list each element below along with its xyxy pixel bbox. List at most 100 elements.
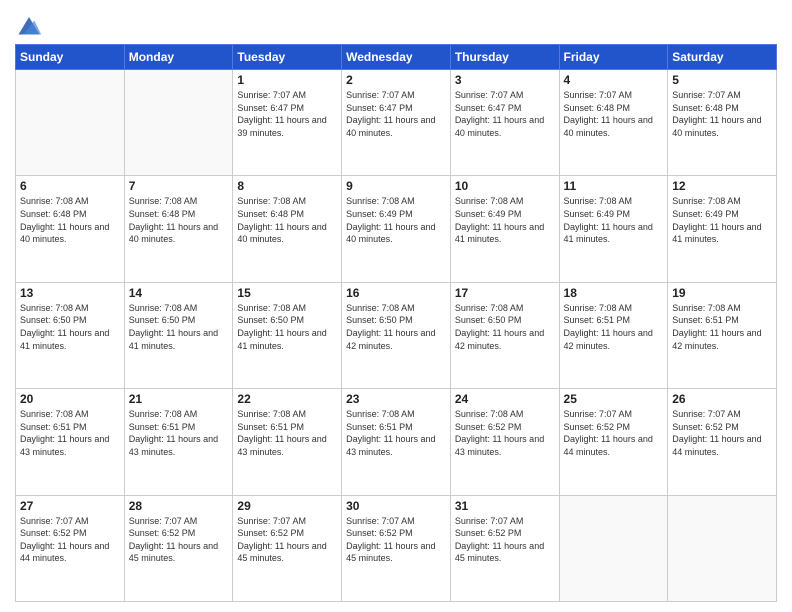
calendar-cell: 3Sunrise: 7:07 AMSunset: 6:47 PMDaylight… bbox=[450, 70, 559, 176]
day-number: 19 bbox=[672, 286, 772, 300]
day-number: 4 bbox=[564, 73, 664, 87]
calendar-table: SundayMondayTuesdayWednesdayThursdayFrid… bbox=[15, 44, 777, 602]
day-number: 20 bbox=[20, 392, 120, 406]
day-info: Sunrise: 7:08 AMSunset: 6:51 PMDaylight:… bbox=[20, 408, 120, 458]
day-number: 28 bbox=[129, 499, 229, 513]
calendar-cell: 5 Sunrise: 7:07 AMSunset: 6:48 PMDaylight… bbox=[668, 70, 777, 176]
day-number: 8 bbox=[237, 179, 337, 193]
calendar-cell: 21 Sunrise: 7:08 AMSunset: 6:51 PMDayligh… bbox=[124, 389, 233, 495]
day-info: Sunrise: 7:08 AMSunset: 6:49 PMDaylight:… bbox=[672, 195, 772, 245]
day-number: 12 bbox=[672, 179, 772, 193]
day-number: 5 bbox=[672, 73, 772, 87]
day-number: 23 bbox=[346, 392, 446, 406]
calendar-cell: 20 Sunrise: 7:08 AMSunset: 6:51 PMDayligh… bbox=[16, 389, 125, 495]
calendar-cell: 7 Sunrise: 7:08 AMSunset: 6:48 PMDaylight… bbox=[124, 176, 233, 282]
day-info: Sunrise: 7:08 AMSunset: 6:51 PMDaylight:… bbox=[129, 408, 229, 458]
day-number: 30 bbox=[346, 499, 446, 513]
day-info: Sunrise: 7:08 AMSunset: 6:48 PMDaylight:… bbox=[20, 195, 120, 245]
day-info: Sunrise: 7:07 AMSunset: 6:52 PMDaylight:… bbox=[237, 515, 337, 565]
calendar-cell: 16Sunrise: 7:08 AMSunset: 6:50 PMDayligh… bbox=[342, 282, 451, 388]
day-number: 27 bbox=[20, 499, 120, 513]
weekday-header-row: SundayMondayTuesdayWednesdayThursdayFrid… bbox=[16, 45, 777, 70]
day-info: Sunrise: 7:08 AMSunset: 6:51 PMDaylight:… bbox=[672, 302, 772, 352]
day-info: Sunrise: 7:08 AMSunset: 6:49 PMDaylight:… bbox=[346, 195, 446, 245]
day-info: Sunrise: 7:08 AMSunset: 6:50 PMDaylight:… bbox=[455, 302, 555, 352]
day-number: 21 bbox=[129, 392, 229, 406]
calendar-cell: 9 Sunrise: 7:08 AMSunset: 6:49 PMDaylight… bbox=[342, 176, 451, 282]
day-number: 25 bbox=[564, 392, 664, 406]
day-info: Sunrise: 7:07 AMSunset: 6:52 PMDaylight:… bbox=[672, 408, 772, 458]
day-info: Sunrise: 7:07 AMSunset: 6:48 PMDaylight:… bbox=[672, 89, 772, 139]
weekday-header-thursday: Thursday bbox=[450, 45, 559, 70]
day-number: 3 bbox=[455, 73, 555, 87]
day-info: Sunrise: 7:08 AMSunset: 6:49 PMDaylight:… bbox=[455, 195, 555, 245]
day-number: 14 bbox=[129, 286, 229, 300]
day-number: 10 bbox=[455, 179, 555, 193]
day-info: Sunrise: 7:08 AMSunset: 6:50 PMDaylight:… bbox=[346, 302, 446, 352]
day-info: Sunrise: 7:08 AMSunset: 6:49 PMDaylight:… bbox=[564, 195, 664, 245]
day-number: 6 bbox=[20, 179, 120, 193]
calendar-cell: 22 Sunrise: 7:08 AMSunset: 6:51 PMDayligh… bbox=[233, 389, 342, 495]
week-row-3: 20 Sunrise: 7:08 AMSunset: 6:51 PMDayligh… bbox=[16, 389, 777, 495]
day-info: Sunrise: 7:08 AMSunset: 6:51 PMDaylight:… bbox=[346, 408, 446, 458]
calendar-cell: 13 Sunrise: 7:08 AMSunset: 6:50 PMDayligh… bbox=[16, 282, 125, 388]
calendar-cell: 19 Sunrise: 7:08 AMSunset: 6:51 PMDayligh… bbox=[668, 282, 777, 388]
page: SundayMondayTuesdayWednesdayThursdayFrid… bbox=[0, 0, 792, 612]
calendar-cell: 31 Sunrise: 7:07 AMSunset: 6:52 PMDayligh… bbox=[450, 495, 559, 601]
week-row-0: 1 Sunrise: 7:07 AMSunset: 6:47 PMDaylight… bbox=[16, 70, 777, 176]
calendar-cell: 29Sunrise: 7:07 AMSunset: 6:52 PMDayligh… bbox=[233, 495, 342, 601]
calendar-cell: 8 Sunrise: 7:08 AMSunset: 6:48 PMDaylight… bbox=[233, 176, 342, 282]
calendar-cell bbox=[559, 495, 668, 601]
calendar-cell: 12 Sunrise: 7:08 AMSunset: 6:49 PMDayligh… bbox=[668, 176, 777, 282]
calendar-cell bbox=[124, 70, 233, 176]
day-info: Sunrise: 7:08 AMSunset: 6:50 PMDaylight:… bbox=[20, 302, 120, 352]
day-info: Sunrise: 7:07 AMSunset: 6:47 PMDaylight:… bbox=[346, 89, 446, 139]
day-number: 11 bbox=[564, 179, 664, 193]
calendar-cell: 4Sunrise: 7:07 AMSunset: 6:48 PMDaylight… bbox=[559, 70, 668, 176]
day-info: Sunrise: 7:08 AMSunset: 6:48 PMDaylight:… bbox=[129, 195, 229, 245]
calendar-cell: 26Sunrise: 7:07 AMSunset: 6:52 PMDayligh… bbox=[668, 389, 777, 495]
calendar-cell: 2 Sunrise: 7:07 AMSunset: 6:47 PMDaylight… bbox=[342, 70, 451, 176]
day-info: Sunrise: 7:07 AMSunset: 6:52 PMDaylight:… bbox=[346, 515, 446, 565]
day-number: 9 bbox=[346, 179, 446, 193]
day-info: Sunrise: 7:07 AMSunset: 6:52 PMDaylight:… bbox=[564, 408, 664, 458]
calendar-cell: 24Sunrise: 7:08 AMSunset: 6:52 PMDayligh… bbox=[450, 389, 559, 495]
day-number: 15 bbox=[237, 286, 337, 300]
day-number: 13 bbox=[20, 286, 120, 300]
day-number: 2 bbox=[346, 73, 446, 87]
calendar-cell: 30 Sunrise: 7:07 AMSunset: 6:52 PMDayligh… bbox=[342, 495, 451, 601]
calendar-cell: 23 Sunrise: 7:08 AMSunset: 6:51 PMDayligh… bbox=[342, 389, 451, 495]
calendar-cell: 25 Sunrise: 7:07 AMSunset: 6:52 PMDayligh… bbox=[559, 389, 668, 495]
day-info: Sunrise: 7:08 AMSunset: 6:51 PMDaylight:… bbox=[237, 408, 337, 458]
calendar-cell: 27 Sunrise: 7:07 AMSunset: 6:52 PMDayligh… bbox=[16, 495, 125, 601]
day-info: Sunrise: 7:08 AMSunset: 6:50 PMDaylight:… bbox=[237, 302, 337, 352]
day-number: 22 bbox=[237, 392, 337, 406]
day-number: 7 bbox=[129, 179, 229, 193]
day-info: Sunrise: 7:08 AMSunset: 6:51 PMDaylight:… bbox=[564, 302, 664, 352]
day-info: Sunrise: 7:08 AMSunset: 6:48 PMDaylight:… bbox=[237, 195, 337, 245]
weekday-header-monday: Monday bbox=[124, 45, 233, 70]
day-number: 31 bbox=[455, 499, 555, 513]
weekday-header-friday: Friday bbox=[559, 45, 668, 70]
calendar-cell: 18 Sunrise: 7:08 AMSunset: 6:51 PMDayligh… bbox=[559, 282, 668, 388]
calendar-cell: 14Sunrise: 7:08 AMSunset: 6:50 PMDayligh… bbox=[124, 282, 233, 388]
calendar-cell: 10 Sunrise: 7:08 AMSunset: 6:49 PMDayligh… bbox=[450, 176, 559, 282]
weekday-header-tuesday: Tuesday bbox=[233, 45, 342, 70]
week-row-4: 27 Sunrise: 7:07 AMSunset: 6:52 PMDayligh… bbox=[16, 495, 777, 601]
day-number: 18 bbox=[564, 286, 664, 300]
calendar-cell: 28Sunrise: 7:07 AMSunset: 6:52 PMDayligh… bbox=[124, 495, 233, 601]
logo-icon bbox=[15, 10, 43, 38]
calendar-cell: 6 Sunrise: 7:08 AMSunset: 6:48 PMDaylight… bbox=[16, 176, 125, 282]
day-info: Sunrise: 7:07 AMSunset: 6:47 PMDaylight:… bbox=[237, 89, 337, 139]
day-info: Sunrise: 7:07 AMSunset: 6:52 PMDaylight:… bbox=[20, 515, 120, 565]
weekday-header-wednesday: Wednesday bbox=[342, 45, 451, 70]
day-number: 1 bbox=[237, 73, 337, 87]
calendar-cell: 11 Sunrise: 7:08 AMSunset: 6:49 PMDayligh… bbox=[559, 176, 668, 282]
weekday-header-saturday: Saturday bbox=[668, 45, 777, 70]
week-row-1: 6 Sunrise: 7:08 AMSunset: 6:48 PMDaylight… bbox=[16, 176, 777, 282]
calendar-cell bbox=[16, 70, 125, 176]
calendar-cell: 1 Sunrise: 7:07 AMSunset: 6:47 PMDaylight… bbox=[233, 70, 342, 176]
day-info: Sunrise: 7:07 AMSunset: 6:52 PMDaylight:… bbox=[455, 515, 555, 565]
week-row-2: 13 Sunrise: 7:08 AMSunset: 6:50 PMDayligh… bbox=[16, 282, 777, 388]
calendar-cell: 17Sunrise: 7:08 AMSunset: 6:50 PMDayligh… bbox=[450, 282, 559, 388]
